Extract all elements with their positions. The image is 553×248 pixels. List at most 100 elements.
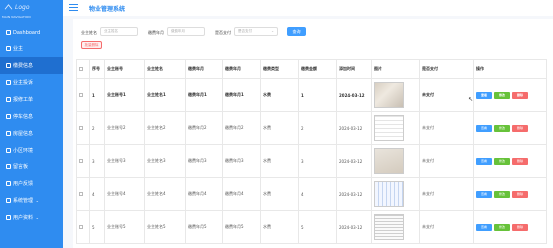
row-actions: 查看 修改 删除: [476, 190, 546, 198]
receipt-thumbnail[interactable]: [374, 115, 404, 141]
message-icon: [6, 164, 11, 169]
cell-actions: 查看 修改 删除: [473, 210, 547, 244]
sidebar-item-3[interactable]: 业主投诉: [0, 74, 63, 91]
view-button[interactable]: 查看: [476, 124, 492, 132]
environment-icon: [6, 148, 11, 153]
sidebar-item-label: 报修工单: [13, 97, 34, 103]
owner-name-input[interactable]: 业主姓名: [100, 27, 138, 36]
fee-year-label: 缴费年月: [148, 30, 164, 35]
column-header: 序号: [89, 59, 105, 79]
sidebar-item-label: 缴费信息: [13, 63, 34, 69]
delete-button[interactable]: 删除: [512, 124, 528, 132]
row-select-cell: [76, 144, 90, 178]
cell-paid: 未支付: [419, 210, 474, 244]
sidebar-item-2[interactable]: 缴费信息: [0, 57, 69, 74]
dashboard-icon: [6, 30, 11, 35]
delete-button[interactable]: 删除: [512, 157, 528, 165]
cell-image: [371, 111, 420, 145]
row-checkbox[interactable]: [79, 125, 83, 130]
edit-button[interactable]: 修改: [494, 190, 510, 198]
view-button[interactable]: 查看: [476, 223, 492, 231]
column-header: 业主姓名: [144, 59, 186, 79]
row-select-cell: [76, 78, 90, 112]
sidebar-item-label: 小区环境: [13, 148, 34, 154]
column-header[interactable]: [76, 59, 90, 79]
edit-button[interactable]: 修改: [494, 157, 510, 165]
sidebar: Logo MAIN NAVIGATION Dashboard 业主 缴费信息 业主投诉…: [0, 0, 69, 248]
app-title: 物业管理系统: [89, 6, 126, 13]
cell-paid: 未支付: [419, 78, 474, 112]
column-header: 添加时间: [336, 59, 372, 79]
menu-toggle-icon[interactable]: [69, 4, 78, 11]
sidebar-item-0[interactable]: Dashboard: [0, 24, 63, 41]
paid-select-value: 是否支付: [238, 29, 252, 33]
cell-image: [371, 177, 420, 211]
sidebar-item-10[interactable]: 系统管理 ⌄: [0, 192, 63, 209]
cell-month: 缴费年月4: [222, 177, 261, 211]
column-header: 缴费类型: [260, 59, 299, 79]
receipt-thumbnail[interactable]: [374, 181, 404, 207]
cell-account: 业主账号1: [104, 78, 145, 112]
mouse-cursor-icon: ↖: [468, 96, 474, 103]
receipt-thumbnail[interactable]: [374, 214, 404, 240]
paid-select[interactable]: 是否支付 ⌄: [234, 27, 278, 36]
cell-idx: 2: [89, 111, 105, 145]
edit-button[interactable]: 修改: [494, 223, 510, 231]
select-all-checkbox[interactable]: [79, 66, 83, 71]
paid-label: 是否支付: [215, 30, 231, 35]
cell-amount: 3: [298, 144, 337, 178]
sidebar-item-label: 系统管理: [13, 198, 34, 204]
cell-image: [371, 78, 420, 112]
view-button[interactable]: 查看: [476, 91, 492, 99]
row-checkbox[interactable]: [79, 92, 83, 97]
cell-idx: 1: [89, 78, 105, 112]
receipt-thumbnail[interactable]: [374, 148, 404, 174]
main-content: 业主姓名 业主姓名 缴费年月 缴费年月 是否支付 是否支付 ⌄ 查询 批量删除 …: [63, 16, 553, 248]
cell-account: 业主账号3: [104, 144, 145, 178]
row-checkbox[interactable]: [79, 191, 83, 196]
sidebar-item-label: 房屋信息: [13, 131, 34, 137]
complaint-icon: [6, 80, 11, 85]
view-button[interactable]: 查看: [476, 190, 492, 198]
edit-button[interactable]: 修改: [494, 124, 510, 132]
row-checkbox[interactable]: [79, 224, 83, 229]
view-button[interactable]: 查看: [476, 157, 492, 165]
owner-name-label: 业主姓名: [81, 30, 97, 35]
cell-image: [371, 210, 420, 244]
table-row: 2 业主账号2 业主姓名2 缴费年月2 缴费年月2 水费 2 2024-03-12 未支付 查看修…: [76, 111, 547, 145]
cell-idx: 3: [89, 144, 105, 178]
cell-month: 缴费年月3: [222, 144, 261, 178]
row-checkbox[interactable]: [79, 158, 83, 163]
fee-year-input[interactable]: 缴费年月: [167, 27, 205, 36]
sidebar-item-1[interactable]: 业主: [0, 40, 63, 57]
column-header: 缴费年月: [185, 59, 223, 79]
sidebar-item-5[interactable]: 停车信息: [0, 108, 63, 125]
cell-actions: 查看 修改 删除: [473, 177, 547, 211]
sidebar-item-label: 停车信息: [13, 114, 34, 120]
sidebar-item-7[interactable]: 小区环境: [0, 142, 63, 159]
row-actions: 查看 修改 删除: [476, 157, 546, 165]
sidebar-item-11[interactable]: 用户资料 ⌄: [0, 209, 63, 226]
delete-button[interactable]: 删除: [512, 223, 528, 231]
chevron-down-icon: ⌄: [35, 215, 39, 220]
sidebar-item-6[interactable]: 房屋信息: [0, 125, 63, 142]
search-button[interactable]: 查询: [287, 27, 306, 36]
receipt-thumbnail[interactable]: [374, 82, 404, 108]
cell-date: 2024-03-12: [336, 78, 372, 112]
column-header: 图片: [371, 59, 420, 79]
sidebar-item-8[interactable]: 留言板: [0, 158, 63, 175]
cell-month: 缴费年月2: [222, 111, 261, 145]
batch-delete-button[interactable]: 批量删除: [81, 41, 102, 49]
sidebar-item-9[interactable]: 用户反馈: [0, 175, 63, 192]
delete-button[interactable]: 删除: [512, 91, 528, 99]
table-row: 5 业主账号5 业主姓名5 缴费年月5 缴费年月5 水费 5 2024-03-12 未支付 查看修…: [76, 210, 547, 244]
cell-paid: 未支付: [419, 111, 474, 145]
nav-caption: MAIN NAVIGATION: [2, 15, 31, 19]
user-icon: [6, 46, 11, 51]
cell-year: 缴费年月3: [185, 144, 223, 178]
delete-button[interactable]: 删除: [512, 190, 528, 198]
sidebar-item-4[interactable]: 报修工单: [0, 91, 63, 108]
house-icon: [6, 131, 11, 136]
sidebar-item-label: 用户反馈: [13, 181, 34, 187]
edit-button[interactable]: 修改: [494, 91, 510, 99]
